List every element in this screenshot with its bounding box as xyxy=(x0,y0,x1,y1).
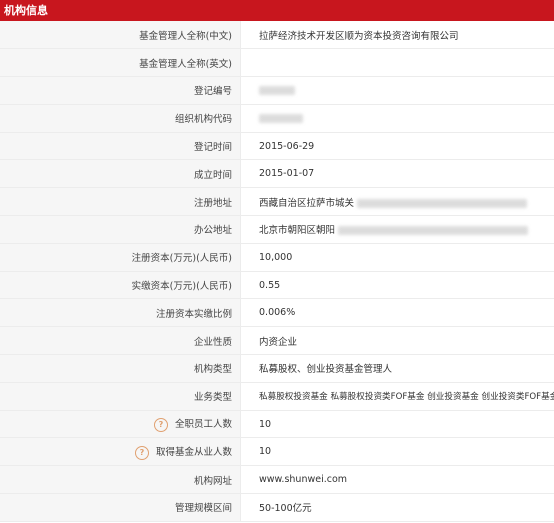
row-value xyxy=(240,76,554,105)
row-value: 拉萨经济技术开发区顺为资本投资咨询有限公司 xyxy=(240,21,554,50)
row-value: 10,000 xyxy=(240,243,554,272)
row-label: ? 取得基金从业人数 xyxy=(0,437,241,467)
redacted-address xyxy=(338,226,529,236)
row-value: www.shunwei.com xyxy=(240,465,554,495)
table-row: 业务类型 私募股权投资基金 私募股权投资类FOF基金 创业投资基金 创业投资类F… xyxy=(0,382,554,411)
row-value: 内资企业 xyxy=(240,326,554,356)
row-label: 办公地址 xyxy=(0,215,241,244)
table-row: 基金管理人全称(英文) xyxy=(0,48,554,78)
table-row: 注册地址 西藏自治区拉萨市城关 xyxy=(0,187,554,217)
row-label: 业务类型 xyxy=(0,382,241,411)
table-row: ? 取得基金从业人数 10 xyxy=(0,437,554,467)
table-row: 机构网址 www.shunwei.com xyxy=(0,465,554,495)
table-row: ? 全职员工人数 10 xyxy=(0,410,554,439)
row-value: 0.006% xyxy=(240,298,554,328)
row-value xyxy=(240,48,554,78)
row-value: 10 xyxy=(240,410,554,439)
row-label: 基金管理人全称(英文) xyxy=(0,48,241,78)
row-value xyxy=(240,104,554,133)
row-label: 注册资本(万元)(人民币) xyxy=(0,243,241,272)
office-address-text: 北京市朝阳区朝阳 xyxy=(259,225,336,237)
table-row: 企业性质 内资企业 xyxy=(0,326,554,356)
row-label: 机构网址 xyxy=(0,465,241,495)
row-label: 机构类型 xyxy=(0,354,241,383)
row-label: 基金管理人全称(中文) xyxy=(0,21,241,50)
row-label-text: 全职员工人数 xyxy=(174,419,232,431)
table-row: 机构类型 私募股权、创业投资基金管理人 xyxy=(0,354,554,383)
redacted-registration-number xyxy=(259,85,295,95)
row-label: ? 全职员工人数 xyxy=(0,410,241,439)
row-label: 注册地址 xyxy=(0,187,241,217)
table-row: 实缴资本(万元)(人民币) 0.55 xyxy=(0,271,554,300)
row-label: 实缴资本(万元)(人民币) xyxy=(0,271,241,300)
row-value: 10 xyxy=(240,437,554,467)
question-circle-icon[interactable]: ? xyxy=(153,417,168,432)
row-label: 管理规模区间 xyxy=(0,493,241,522)
table-row: 管理规模区间 50-100亿元 xyxy=(0,493,554,522)
row-label: 登记时间 xyxy=(0,132,241,161)
registered-address-text: 西藏自治区拉萨市城关 xyxy=(259,197,355,209)
section-title: 机构信息 xyxy=(4,4,48,17)
table-row: 办公地址 北京市朝阳区朝阳 xyxy=(0,215,554,244)
row-label: 成立时间 xyxy=(0,159,241,189)
question-circle-icon[interactable]: ? xyxy=(134,445,149,460)
website-link[interactable]: www.shunwei.com xyxy=(259,474,347,485)
row-value: 50-100亿元 xyxy=(240,493,554,522)
table-row: 组织机构代码 xyxy=(0,104,554,133)
row-label: 登记编号 xyxy=(0,76,241,105)
row-value: 私募股权、创业投资基金管理人 xyxy=(240,354,554,383)
row-value: 北京市朝阳区朝阳 xyxy=(240,215,554,244)
row-value: 2015-06-29 xyxy=(240,132,554,161)
redacted-address xyxy=(357,198,528,208)
institution-info-table: 基金管理人全称(中文) 拉萨经济技术开发区顺为资本投资咨询有限公司 基金管理人全… xyxy=(0,21,554,522)
table-row: 注册资本实缴比例 0.006% xyxy=(0,298,554,328)
table-row: 基金管理人全称(中文) 拉萨经济技术开发区顺为资本投资咨询有限公司 xyxy=(0,21,554,50)
section-header: 机构信息 xyxy=(0,0,554,21)
redacted-org-code xyxy=(259,113,303,123)
row-label: 注册资本实缴比例 xyxy=(0,298,241,328)
table-row: 登记时间 2015-06-29 xyxy=(0,132,554,161)
row-label-text: 取得基金从业人数 xyxy=(155,447,232,459)
row-label: 企业性质 xyxy=(0,326,241,356)
table-row: 注册资本(万元)(人民币) 10,000 xyxy=(0,243,554,272)
row-value: 西藏自治区拉萨市城关 xyxy=(240,187,554,217)
table-row: 成立时间 2015-01-07 xyxy=(0,159,554,189)
table-row: 登记编号 xyxy=(0,76,554,105)
row-label: 组织机构代码 xyxy=(0,104,241,133)
row-value: 2015-01-07 xyxy=(240,159,554,189)
row-value: 0.55 xyxy=(240,271,554,300)
row-value: 私募股权投资基金 私募股权投资类FOF基金 创业投资基金 创业投资类FOF基金 xyxy=(240,382,554,411)
